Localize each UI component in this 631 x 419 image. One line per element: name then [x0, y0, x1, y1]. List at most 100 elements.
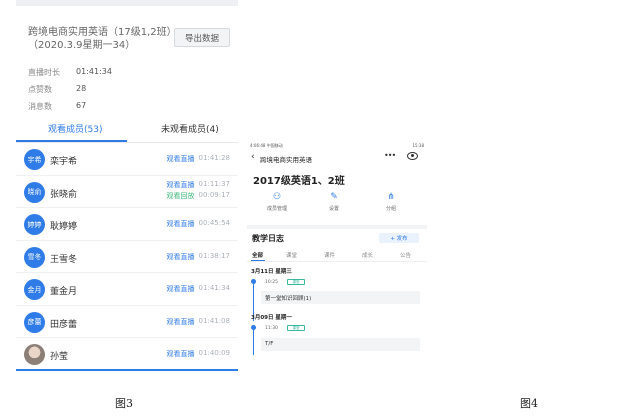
avatar: 金月 [24, 279, 45, 300]
filter-tab-notice[interactable]: 公告 [400, 251, 411, 259]
document-page: 跨境电商实用英语（17级1,2班）（2020.3.9星期一34） 导出数据 直播… [0, 0, 631, 419]
watch-duration: 01:40:09 [198, 349, 230, 357]
filter-tab-class[interactable]: 课堂 [286, 251, 297, 259]
shortcut-label: 成员管理 [266, 206, 287, 212]
watch-duration: 01:41:28 [198, 154, 230, 162]
stat-label: 直播时长 [28, 68, 60, 77]
filter-tab-courseware[interactable]: 课件 [324, 251, 335, 259]
member-name: 耿婷婷 [50, 222, 78, 232]
filter-tab-growth[interactable]: 成长 [362, 251, 373, 259]
avatar: 雪冬 [24, 246, 45, 268]
filter-tabs: 全部 课堂 课件 成长 公告 [247, 249, 427, 262]
shortcut-label: 分组 [385, 206, 396, 212]
status-left: 4:06:48 中国移动 [250, 143, 283, 148]
watch-status: 观看直播 01:38:17 [167, 252, 230, 262]
divider [247, 261, 427, 262]
group-icon: ⋔ [387, 192, 395, 202]
timeline-dot [251, 279, 256, 284]
watch-duration: 01:11:37 [198, 179, 230, 188]
entry-tag: 课堂 [287, 279, 305, 285]
export-data-button[interactable]: 导出数据 [174, 28, 230, 47]
nav-title: 跨境电商实用英语 [260, 156, 312, 164]
avatar: 晓俞 [24, 181, 45, 203]
member-name: 田彦蕾 [50, 319, 78, 330]
phone-status-bar: 4:06:48 中国移动 15:38 [247, 141, 427, 150]
watch-type: 观看直播 [166, 252, 195, 261]
watch-status: 观看回放 00:09:17 [167, 191, 230, 201]
member-name: 孙莹 [50, 352, 69, 362]
shortcut-settings[interactable]: ✎ 设置 [314, 192, 354, 213]
shortcut-label: 设置 [328, 206, 339, 212]
stat-messages: 消息数 67 [28, 101, 86, 112]
status-right: 15:38 [412, 143, 424, 148]
member-row[interactable]: 晓俞 张晓俞 观看直播 01:11:37 观看回放 00:09:17 [16, 176, 238, 208]
watch-type: 观看直播 [166, 350, 195, 358]
figure-3-live-stats-screen: 跨境电商实用英语（17级1,2班）（2020.3.9星期一34） 导出数据 直播… [16, 0, 238, 372]
entry-date: 3月09日 星期一 [251, 315, 292, 321]
publish-button[interactable]: + 发布 [379, 233, 419, 243]
stat-value: 67 [76, 101, 87, 110]
member-row[interactable]: 金月 董金月 观看直播 01:41:34 [16, 273, 238, 306]
stat-label: 消息数 [28, 102, 52, 111]
member-list: 宇希 栾宇希 观看直播 01:41:28 晓俞 张晓俞 观看直播 01:11:37 观看回放 00… [16, 143, 238, 371]
member-name: 张晓俞 [50, 189, 78, 200]
tab-not-watched-members[interactable]: 未观看成员(4) [161, 122, 219, 135]
member-row[interactable]: 宇希 栾宇希 观看直播 01:41:28 [16, 143, 238, 176]
member-row[interactable]: 彦蕾 田彦蕾 观看直播 01:41:08 [16, 306, 238, 338]
watch-status: 观看直播 00:45:54 [167, 219, 230, 229]
stat-label: 点赞数 [28, 85, 52, 94]
avatar: 宇希 [24, 149, 45, 170]
stat-value: 01:41:34 [76, 67, 112, 76]
tab-watched-members[interactable]: 观看成员(53) [48, 122, 102, 135]
figure-3-caption: 图3 [115, 397, 133, 410]
watch-duration: 00:45:54 [198, 219, 230, 227]
member-row[interactable]: 婷婷 耿婷婷 观看直播 00:45:54 [16, 208, 238, 241]
watch-type: 观看直播 [166, 317, 195, 326]
stat-likes: 点赞数 28 [28, 84, 86, 95]
back-icon[interactable]: ‹ [251, 152, 255, 162]
shortcut-group[interactable]: ⋔ 分组 [371, 192, 411, 213]
member-name: 王雪冬 [50, 254, 78, 265]
timeline-dot [251, 325, 256, 330]
nav-bar: ‹ 跨境电商实用英语 ••• [247, 150, 427, 166]
settings-icon: ✎ [330, 192, 338, 202]
watch-status: 观看直播 01:41:34 [167, 284, 230, 294]
member-tabs: 观看成员(53) 未观看成员(4) [16, 116, 238, 143]
journal-title: 教学日志 [252, 234, 284, 243]
filter-tab-all[interactable]: 全部 [252, 251, 263, 259]
watch-status: 观看直播 01:41:28 [167, 154, 230, 164]
entry-time: 11:30 [265, 326, 278, 331]
watch-type: 观看回放 [166, 191, 195, 200]
entry-tag: 课堂 [287, 325, 305, 331]
section-separator [247, 225, 427, 229]
more-icon[interactable]: ••• [384, 151, 396, 160]
entry-time: 10:25 [265, 280, 278, 285]
stat-value: 28 [76, 84, 87, 93]
watch-duration: 00:09:17 [198, 190, 230, 199]
figure-4-class-journal-screen: 4:06:48 中国移动 15:38 ‹ 跨境电商实用英语 ••• 2017级英… [247, 141, 427, 359]
watch-type: 观看直播 [166, 180, 195, 189]
course-title: 跨境电商实用英语（17级1,2班）（2020.3.9星期一34） [28, 27, 177, 51]
avatar: 婷婷 [24, 214, 45, 235]
member-row[interactable]: 孙莹 观看直播 01:40:09 [16, 338, 238, 371]
watch-duration: 01:38:17 [198, 251, 230, 260]
watch-type: 观看直播 [166, 285, 195, 293]
member-management-icon: ⚇ [272, 192, 282, 202]
member-name: 栾宇希 [50, 157, 78, 167]
watch-status: 观看直播 01:11:37 [167, 180, 230, 190]
shortcut-member-management[interactable]: ⚇ 成员管理 [257, 192, 297, 213]
watch-duration: 01:41:34 [198, 284, 230, 292]
figure-4-caption: 图4 [520, 397, 538, 410]
watch-status: 观看直播 01:41:08 [167, 317, 230, 327]
top-bar [16, 0, 238, 6]
stat-live-duration: 直播时长 01:41:34 [28, 67, 112, 78]
entry-date: 3月11日 星期三 [251, 269, 292, 275]
eye-icon[interactable] [407, 152, 418, 160]
journal-entry-card[interactable]: 第一堂知识回顾(1) [261, 291, 420, 304]
member-row[interactable]: 雪冬 王雪冬 观看直播 01:38:17 [16, 241, 238, 273]
watch-status: 观看直播 01:40:09 [167, 349, 230, 359]
watch-type: 观看直播 [166, 220, 195, 228]
bottom-accent-line [16, 369, 238, 371]
journal-entry-card[interactable]: T/F [261, 338, 420, 351]
avatar: 彦蕾 [24, 311, 45, 333]
